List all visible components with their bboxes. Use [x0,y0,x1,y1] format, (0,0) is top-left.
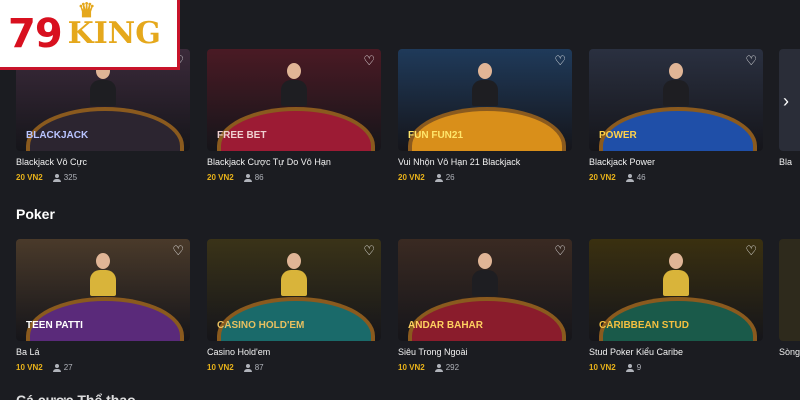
game-thumbnail[interactable]: ♡ POWER [589,49,763,151]
game-card[interactable]: ♡ ANDAR BAHAR Siêu Trong Ngoài 10 VN2 29… [398,239,572,372]
player-count: 86 [243,173,264,182]
game-thumbnail[interactable]: ♡ ANDAR BAHAR [398,239,572,341]
min-bet: 20 VN2 [589,173,616,182]
game-logo-badge: POWER [599,130,637,141]
game-title[interactable]: Siêu Trong Ngoài [398,347,572,357]
min-bet: 10 VN2 [16,363,43,372]
next-card-title[interactable]: Sòng [779,347,800,357]
player-count-value: 27 [63,363,73,372]
dealer [472,253,498,296]
heart-icon[interactable]: ♡ [172,244,184,257]
game-title[interactable]: Blackjack Power [589,157,763,167]
min-bet: 20 VN2 [398,173,425,182]
heart-icon[interactable]: ♡ [745,54,757,67]
player-count-value: 87 [254,363,264,372]
game-title[interactable]: Ba Lá [16,347,190,357]
game-meta: 20 VN2 325 [16,173,190,182]
game-title[interactable]: Casino Hold'em [207,347,381,357]
player-count-value: 46 [636,173,646,182]
player-count-value: 9 [636,363,642,372]
next-card-title[interactable]: Bla [779,157,800,167]
logo-wordmark: ♛ KING [68,0,161,51]
game-card[interactable]: ♡ CASINO HOLD'EM Casino Hold'em 10 VN2 8… [207,239,381,372]
player-count: 292 [434,363,460,372]
next-card-peek[interactable] [779,239,800,341]
person-icon [52,173,61,182]
game-logo-badge: CASINO HOLD'EM [217,320,305,331]
dealer [281,253,307,296]
player-count-value: 292 [445,363,460,372]
player-count: 87 [243,363,264,372]
crown-icon: ♛ [77,0,96,22]
game-thumbnail[interactable]: ♡ CARIBBEAN STUD [589,239,763,341]
player-count: 26 [434,173,455,182]
dealer [90,253,116,296]
game-meta: 20 VN2 46 [589,173,763,182]
heart-icon[interactable]: ♡ [554,54,566,67]
player-count: 46 [625,173,646,182]
game-card[interactable]: ♡ CARIBBEAN STUD Stud Poker Kiểu Caribe … [589,239,763,372]
person-icon [625,363,634,372]
game-thumbnail[interactable]: ♡ FUN FUN21 [398,49,572,151]
min-bet: 10 VN2 [589,363,616,372]
logo-number: 79 [8,10,63,57]
dealer [663,63,689,106]
person-icon [243,173,252,182]
player-count: 325 [52,173,78,182]
person-icon [625,173,634,182]
brand-logo[interactable]: 79 ♛ KING [0,0,180,70]
dealer [663,253,689,296]
min-bet: 20 VN2 [207,173,234,182]
game-logo-badge: FREE BET [217,130,267,141]
game-meta: 20 VN2 86 [207,173,381,182]
player-count: 27 [52,363,73,372]
game-card[interactable]: ♡ POWER Blackjack Power 20 VN2 46 [589,49,763,182]
game-meta: 10 VN2 292 [398,363,572,372]
game-card[interactable]: ♡ FUN FUN21 Vui Nhộn Vô Hạn 21 Blackjack… [398,49,572,182]
game-title[interactable]: Vui Nhộn Vô Hạn 21 Blackjack [398,157,572,167]
heart-icon[interactable]: ♡ [363,244,375,257]
game-logo-badge: ANDAR BAHAR [408,320,483,331]
min-bet: 20 VN2 [16,173,43,182]
game-title[interactable]: Stud Poker Kiểu Caribe [589,347,763,357]
game-card[interactable]: ♡ TEEN PATTI Ba Lá 10 VN2 27 [16,239,190,372]
heart-icon[interactable]: ♡ [745,244,757,257]
section-title-poker: Poker [16,206,55,222]
person-icon [52,363,61,372]
heart-icon[interactable]: ♡ [554,244,566,257]
game-logo-badge: CARIBBEAN STUD [599,320,689,331]
dealer [281,63,307,106]
game-card[interactable]: ♡ FREE BET Blackjack Cược Tự Do Vô Hạn 2… [207,49,381,182]
game-thumbnail[interactable]: ♡ CASINO HOLD'EM [207,239,381,341]
chevron-right-icon[interactable]: › [778,88,794,114]
player-count: 9 [625,363,642,372]
player-count-value: 325 [63,173,78,182]
player-count-value: 86 [254,173,264,182]
game-thumbnail[interactable]: ♡ TEEN PATTI [16,239,190,341]
player-count-value: 26 [445,173,455,182]
dealer [472,63,498,106]
game-meta: 10 VN2 9 [589,363,763,372]
heart-icon[interactable]: ♡ [363,54,375,67]
person-icon [243,363,252,372]
game-logo-badge: FUN FUN21 [408,130,464,141]
game-meta: 10 VN2 27 [16,363,190,372]
game-title[interactable]: Blackjack Cược Tự Do Vô Hạn [207,157,381,167]
game-logo-badge: TEEN PATTI [26,320,83,331]
game-thumbnail[interactable]: ♡ FREE BET [207,49,381,151]
game-logo-badge: BLACKJACK [26,130,89,141]
min-bet: 10 VN2 [207,363,234,372]
person-icon [434,363,443,372]
game-title[interactable]: Blackjack Vô Cực [16,157,190,167]
section-title-sports: Cá cược Thể thao [16,392,136,400]
game-meta: 20 VN2 26 [398,173,572,182]
person-icon [434,173,443,182]
game-meta: 10 VN2 87 [207,363,381,372]
min-bet: 10 VN2 [398,363,425,372]
